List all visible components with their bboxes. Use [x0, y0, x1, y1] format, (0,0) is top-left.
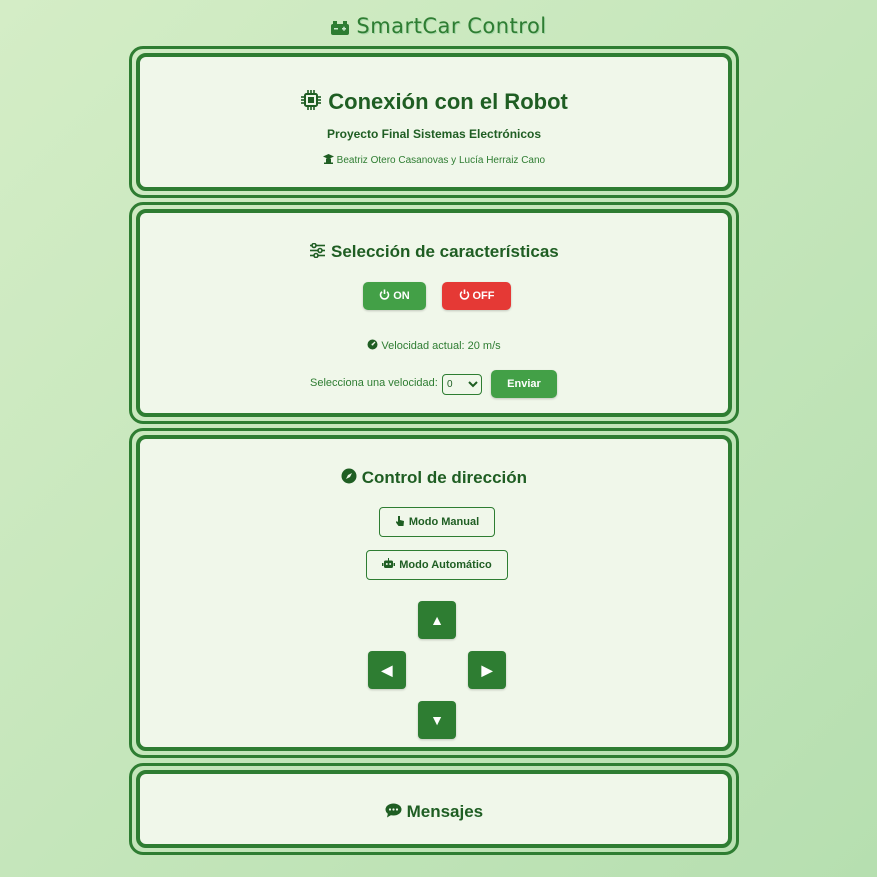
connection-title: Conexión con el Robot	[140, 89, 728, 117]
on-button[interactable]: ON	[363, 282, 426, 310]
direction-title-text: Control de dirección	[361, 468, 528, 487]
pointer-hand-icon	[395, 515, 405, 530]
arrow-left-button[interactable]: ◀	[368, 651, 406, 689]
features-card: Selección de características ON OFF Velo…	[129, 202, 739, 424]
comment-dots-icon	[385, 803, 402, 823]
project-subtitle: Proyecto Final Sistemas Electrónicos	[326, 127, 542, 141]
app-title: SmartCar Control	[0, 14, 877, 41]
power-icon	[379, 289, 390, 303]
power-icon	[459, 289, 470, 303]
connection-title-text: Conexión con el Robot	[328, 89, 568, 114]
messages-card: Mensajes	[129, 763, 739, 855]
car-battery-icon	[330, 17, 350, 41]
current-speed: Velocidad actual: 20 m/s	[140, 339, 728, 353]
manual-mode-button[interactable]: Modo Manual	[379, 507, 495, 537]
off-button[interactable]: OFF	[442, 282, 511, 310]
automatic-mode-button[interactable]: Modo Automático	[366, 550, 508, 580]
features-title-text: Selección de características	[330, 242, 559, 261]
on-button-label: ON	[393, 290, 410, 302]
speed-select-label: Selecciona una velocidad:	[310, 377, 438, 389]
off-button-label: OFF	[472, 290, 495, 302]
direction-title: Control de dirección	[140, 468, 728, 489]
authors-text: Beatriz Otero Casanovas y Lucía Herraiz …	[336, 155, 546, 167]
automatic-mode-label: Modo Automático	[399, 559, 492, 571]
arrow-right-button[interactable]: ▶	[468, 651, 506, 689]
app-title-text: SmartCar Control	[356, 14, 547, 38]
authors-line: Beatriz Otero Casanovas y Lucía Herraiz …	[140, 154, 728, 167]
connection-card: Conexión con el Robot Proyecto Final Sis…	[129, 46, 739, 198]
arrow-up-button[interactable]: ▲	[418, 601, 456, 639]
features-title: Selección de características	[140, 242, 728, 263]
gauge-icon	[367, 339, 378, 353]
messages-title-text: Mensajes	[406, 802, 484, 821]
messages-title: Mensajes	[140, 802, 728, 823]
robot-icon	[382, 558, 396, 572]
manual-mode-label: Modo Manual	[408, 516, 480, 528]
speed-select[interactable]: 0	[442, 374, 482, 395]
direction-card: Control de dirección Modo Manual Modo Au…	[129, 428, 739, 758]
current-speed-text: Velocidad actual: 20 m/s	[381, 339, 501, 352]
send-button[interactable]: Enviar	[491, 370, 557, 398]
graduate-icon	[322, 154, 334, 167]
compass-icon	[341, 468, 357, 489]
sliders-icon	[309, 242, 326, 263]
chip-icon	[300, 89, 322, 117]
arrow-down-button[interactable]: ▼	[418, 701, 456, 739]
